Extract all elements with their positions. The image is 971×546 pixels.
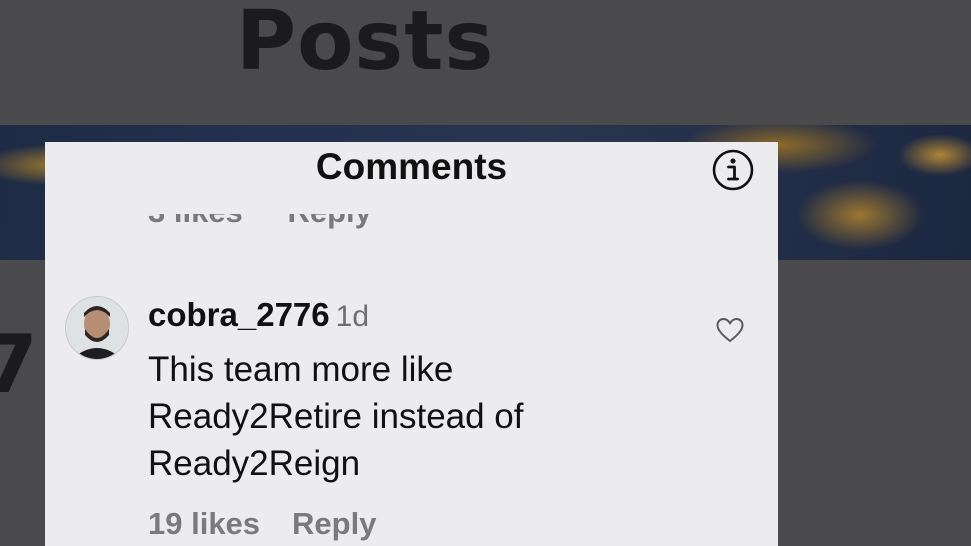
comment-text: This team more like Ready2Retire instead… [148, 346, 668, 487]
background-partial-glyph: 7 [0, 318, 38, 411]
comments-sheet: 3 likes Reply Comments cobra_27761d This… [45, 142, 778, 546]
comment-likes[interactable]: 19 likes [148, 506, 260, 541]
comment-username[interactable]: cobra_2776 [148, 296, 330, 333]
comment-text-line: Ready2Retire instead of [148, 397, 524, 436]
comment-reply-button[interactable]: Reply [292, 506, 376, 541]
background-page-title: Posts [236, 0, 495, 89]
comment-text-line: This team more like [148, 350, 454, 389]
avatar-image [66, 297, 128, 359]
info-circle-icon[interactable] [711, 148, 755, 192]
sheet-header: Comments [45, 142, 778, 214]
sheet-title: Comments [315, 146, 508, 187]
avatar[interactable] [65, 296, 129, 360]
comment-actions: 19 likes Reply [148, 506, 376, 542]
heart-outline-icon[interactable] [715, 316, 745, 344]
comment-header: cobra_2776 1d [148, 296, 369, 334]
comment-text-line: Ready2Reign [148, 444, 361, 483]
comment-time: 1d [335, 300, 370, 333]
